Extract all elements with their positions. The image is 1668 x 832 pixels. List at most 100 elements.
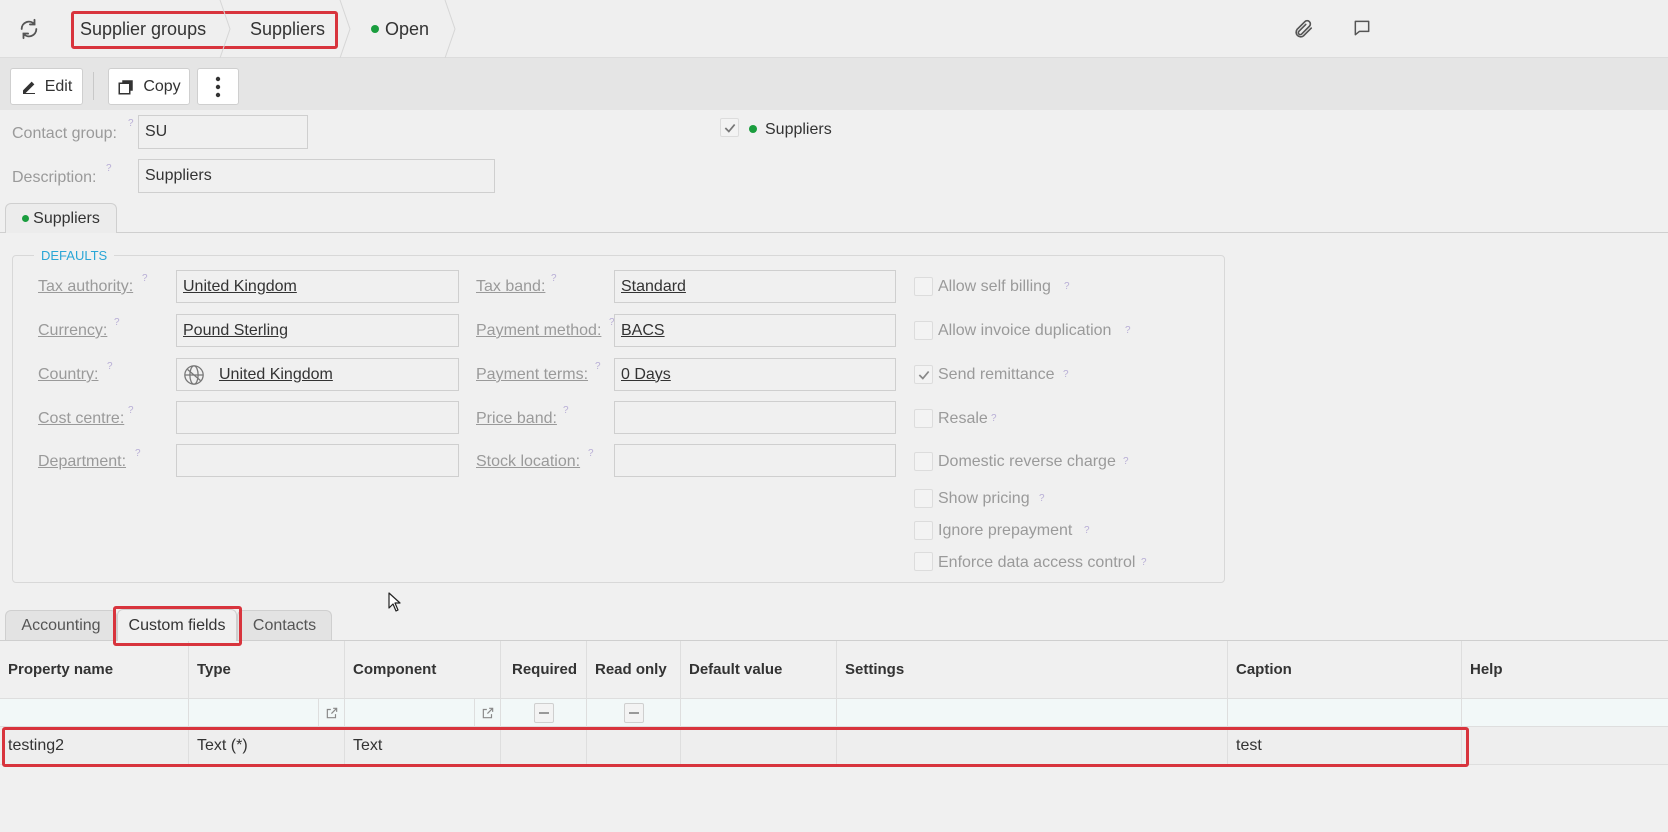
country-field[interactable]: United Kingdom <box>176 358 459 391</box>
column-header-read-only[interactable]: Read only <box>587 641 681 698</box>
help-icon: ? <box>1123 456 1129 467</box>
filter-component[interactable] <box>345 698 501 727</box>
price-band-field[interactable] <box>614 401 896 434</box>
allow-invoice-duplication-label: Allow invoice duplication <box>938 322 1112 339</box>
more-actions-button[interactable] <box>197 68 239 105</box>
cell-help[interactable] <box>1462 728 1668 764</box>
enforce-data-access-control-label: Enforce data access control <box>938 554 1136 571</box>
help-icon: ? <box>107 361 113 372</box>
breadcrumb-separator <box>219 0 231 58</box>
description-field[interactable]: Suppliers <box>138 159 495 193</box>
cost-centre-field[interactable] <box>176 401 459 434</box>
suppliers-status-dot <box>749 125 757 133</box>
column-header-help[interactable]: Help <box>1462 641 1668 698</box>
help-icon: ? <box>991 413 997 424</box>
edit-button[interactable]: Edit <box>10 68 83 105</box>
copy-icon <box>118 79 134 94</box>
checkmark-icon <box>724 123 735 133</box>
section-tab-label: Suppliers <box>33 209 100 227</box>
cost-centre-label[interactable]: Cost centre: <box>38 410 124 428</box>
domestic-reverse-charge-label: Domestic reverse charge <box>938 453 1116 470</box>
breadcrumb-separator <box>444 0 456 58</box>
column-header-required[interactable]: Required <box>501 641 587 698</box>
tax-band-label[interactable]: Tax band: <box>476 278 545 296</box>
refresh-button[interactable] <box>14 14 44 44</box>
department-label[interactable]: Department: <box>38 453 126 471</box>
description-label: Description: <box>12 169 97 186</box>
allow-self-billing-checkbox[interactable] <box>914 277 933 296</box>
help-icon: ? <box>1064 281 1070 292</box>
external-link-icon <box>326 707 337 718</box>
table-row-highlight <box>2 727 1469 767</box>
filter-read-only <box>587 698 681 727</box>
help-icon: ? <box>551 273 557 284</box>
filter-component-picker-button[interactable] <box>474 699 500 726</box>
tab-contacts[interactable]: Contacts <box>237 610 332 640</box>
tab-accounting[interactable]: Accounting <box>5 610 117 640</box>
ignore-prepayment-checkbox[interactable] <box>914 521 933 540</box>
attachments-button[interactable] <box>1292 18 1316 42</box>
payment-terms-field[interactable]: 0 Days <box>614 358 896 391</box>
stock-location-field[interactable] <box>614 444 896 477</box>
suppliers-flag-checkbox[interactable] <box>720 118 739 137</box>
column-header-component[interactable]: Component <box>345 641 501 698</box>
help-icon: ? <box>135 448 141 459</box>
filter-required <box>501 698 587 727</box>
stock-location-label[interactable]: Stock location: <box>476 453 580 471</box>
column-header-settings[interactable]: Settings <box>837 641 1228 698</box>
tab-suppliers-section[interactable]: Suppliers <box>5 203 117 233</box>
filter-type-picker-button[interactable] <box>318 699 344 726</box>
column-header-property-name[interactable]: Property name <box>0 641 189 698</box>
toolbar-divider <box>93 72 94 100</box>
currency-label[interactable]: Currency: <box>38 322 107 340</box>
breadcrumb-suppliers[interactable]: Suppliers <box>250 0 325 58</box>
allow-self-billing-label: Allow self billing <box>938 278 1051 295</box>
indeterminate-mark <box>538 711 549 714</box>
comments-button[interactable] <box>1352 18 1376 42</box>
send-remittance-checkbox[interactable] <box>914 365 933 384</box>
currency-field[interactable]: Pound Sterling <box>176 314 459 347</box>
defaults-legend: DEFAULTS <box>34 248 115 263</box>
mouse-cursor-icon <box>388 592 401 612</box>
column-header-type[interactable]: Type <box>189 641 345 698</box>
filter-required-checkbox[interactable] <box>533 702 554 723</box>
filter-settings[interactable] <box>837 698 1228 727</box>
tax-authority-label[interactable]: Tax authority: <box>38 278 133 296</box>
tax-band-field[interactable]: Standard <box>614 270 896 303</box>
help-icon: ? <box>563 405 569 416</box>
domestic-reverse-charge-checkbox[interactable] <box>914 452 933 471</box>
payment-terms-label[interactable]: Payment terms: <box>476 366 588 384</box>
filter-caption[interactable] <box>1228 698 1462 727</box>
send-remittance-label: Send remittance <box>938 366 1055 383</box>
payment-method-field[interactable]: BACS <box>614 314 896 347</box>
contact-group-field[interactable]: SU <box>138 115 308 149</box>
section-dot <box>22 215 30 222</box>
column-header-caption[interactable]: Caption <box>1228 641 1462 698</box>
help-icon: ? <box>1125 325 1131 336</box>
show-pricing-checkbox[interactable] <box>914 489 933 508</box>
help-icon: ? <box>595 361 601 372</box>
comment-icon <box>1354 20 1370 36</box>
payment-method-label[interactable]: Payment method: <box>476 322 601 340</box>
globe-icon <box>184 364 204 385</box>
allow-invoice-duplication-checkbox[interactable] <box>914 321 933 340</box>
filter-read-only-checkbox[interactable] <box>623 702 644 723</box>
breadcrumb-supplier-groups[interactable]: Supplier groups <box>80 0 206 58</box>
show-pricing-label: Show pricing <box>938 490 1030 507</box>
price-band-label[interactable]: Price band: <box>476 410 557 428</box>
filter-type[interactable] <box>189 698 345 727</box>
copy-button[interactable]: Copy <box>108 68 190 105</box>
enforce-data-access-control-checkbox[interactable] <box>914 552 933 571</box>
ignore-prepayment-label: Ignore prepayment <box>938 522 1073 539</box>
status-open: Open <box>371 0 429 58</box>
country-label[interactable]: Country: <box>38 366 98 384</box>
filter-property-name[interactable] <box>0 698 189 727</box>
help-icon: ? <box>128 118 134 129</box>
more-vertical-icon <box>215 76 221 97</box>
department-field[interactable] <box>176 444 459 477</box>
resale-checkbox[interactable] <box>914 409 933 428</box>
filter-help[interactable] <box>1462 698 1668 727</box>
filter-default-value[interactable] <box>681 698 837 727</box>
column-header-default-value[interactable]: Default value <box>681 641 837 698</box>
tax-authority-field[interactable]: United Kingdom <box>176 270 459 303</box>
